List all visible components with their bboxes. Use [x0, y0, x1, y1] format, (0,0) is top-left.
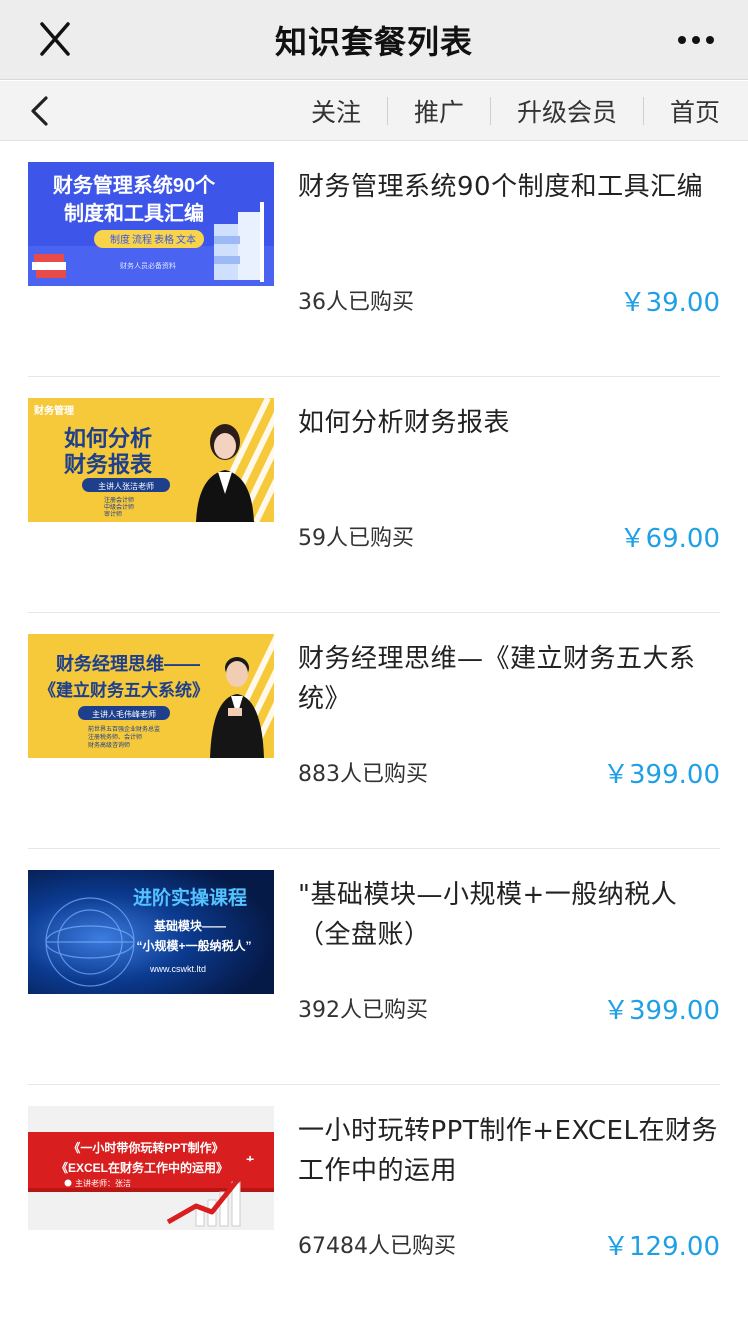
sold-count: 392人已购买 [298, 998, 428, 1023]
item-price: ￥399.00 [603, 996, 720, 1026]
thumb-bullet: 注册税务师、会计师 [88, 733, 142, 741]
item-price: ￥69.00 [619, 524, 720, 554]
course-thumbnail[interactable]: 财务管理系统90个 制度和工具汇编 制度 流程 表格 文本 财务人员必备资料 [28, 162, 274, 286]
thumb-title-line2: 财务报表 [64, 452, 153, 477]
page-title: 知识套餐列表 [274, 22, 473, 61]
more-options-icon[interactable] [672, 22, 722, 58]
nav-link-follow[interactable]: 关注 [285, 93, 387, 129]
sold-count: 36人已购买 [298, 290, 414, 315]
course-thumbnail[interactable]: 进阶实操课程 基础模块—— “小规模+一般纳税人” www.cswkt.ltd [28, 870, 274, 994]
thumb-tag: 制度 [110, 233, 130, 246]
nav-link-promote[interactable]: 推广 [388, 93, 490, 129]
item-price: ￥399.00 [603, 760, 720, 790]
back-arrow-icon[interactable] [22, 93, 62, 129]
item-name[interactable]: 财务经理思维—《建立财务五大系统》 [298, 639, 723, 719]
nav-links: 关注 推广 升级会员 首页 [285, 81, 748, 141]
thumb-speaker-pill: 主讲人毛伟峰老师 [92, 709, 156, 719]
nav-link-home[interactable]: 首页 [644, 93, 748, 129]
list-item[interactable]: 财务经理思维—— 《建立财务五大系统》 主讲人毛伟峰老师 前世界五百强企业财务总… [28, 613, 720, 849]
list-item[interactable]: 财务管理 如何分析 财务报表 主讲人张洁老师 注册会计师 中级会计师 审计师 如… [28, 377, 720, 613]
thumb-title-line1: 《一小时带你玩转PPT制作》 [68, 1140, 223, 1155]
thumb-url: www.cswkt.ltd [149, 964, 206, 974]
item-name[interactable]: 如何分析财务报表 [298, 403, 723, 443]
course-thumbnail[interactable]: 《一小时带你玩转PPT制作》 《EXCEL在财务工作中的运用》 主讲老师：张洁 … [28, 1106, 274, 1230]
title-bar: 知识套餐列表 [0, 0, 748, 80]
thumb-title-line2: 制度和工具汇编 [64, 201, 204, 225]
books-illustration [32, 254, 66, 278]
item-price: ￥129.00 [603, 1232, 720, 1262]
thumb-bullet: 前世界五百强企业财务总监 [88, 725, 160, 733]
thumb-title-line1: 进阶实操课程 [133, 886, 247, 909]
thumb-bullet: 审计师 [104, 510, 122, 518]
sold-count: 883人已购买 [298, 762, 428, 787]
item-price: ￥39.00 [619, 288, 720, 318]
sold-count: 59人已购买 [298, 526, 414, 551]
nav-link-upgrade[interactable]: 升级会员 [491, 93, 643, 129]
item-name[interactable]: 一小时玩转PPT制作+EXCEL在财务工作中的运用 [298, 1111, 723, 1191]
thumb-tag: 表格 [154, 233, 174, 246]
thumb-footer: 财务人员必备资料 [120, 261, 176, 270]
thumb-title-line1: 财务经理思维—— [56, 653, 200, 674]
nav-bar: 关注 推广 升级会员 首页 [0, 81, 748, 141]
thumb-bullet: 财务高级咨询师 [88, 741, 130, 749]
course-thumbnail[interactable]: 财务经理思维—— 《建立财务五大系统》 主讲人毛伟峰老师 前世界五百强企业财务总… [28, 634, 274, 758]
thumb-title-line2: 《EXCEL在财务工作中的运用》 [56, 1160, 228, 1175]
item-name[interactable]: 财务管理系统90个制度和工具汇编 [298, 167, 723, 207]
close-icon[interactable] [30, 16, 80, 62]
course-thumbnail[interactable]: 财务管理 如何分析 财务报表 主讲人张洁老师 注册会计师 中级会计师 审计师 [28, 398, 274, 522]
thumb-title-line1: 财务管理系统90个 [53, 173, 216, 197]
thumb-teacher: 主讲老师：张洁 [75, 1178, 131, 1188]
thumb-title-line1: 如何分析 [64, 426, 152, 451]
thumb-title-line2: 《建立财务五大系统》 [39, 680, 209, 700]
thumb-corner-label: 财务管理 [33, 404, 74, 417]
thumb-tag: 文本 [176, 233, 196, 246]
thumb-bullet: 注册会计师 [104, 496, 134, 504]
thumb-title-line2: 基础模块—— [153, 918, 226, 933]
thumb-speaker-pill: 主讲人张洁老师 [98, 481, 154, 491]
thumb-tag: 流程 [132, 233, 152, 246]
sold-count: 67484人已购买 [298, 1234, 456, 1259]
thumb-bullet: 中级会计师 [104, 503, 134, 511]
list-item[interactable]: 财务管理系统90个 制度和工具汇编 制度 流程 表格 文本 财务人员必备资料 财… [28, 141, 720, 377]
thumb-title-line3: “小规模+一般纳税人” [136, 938, 251, 953]
item-name[interactable]: "基础模块—小规模+一般纳税人（全盘账） [298, 875, 723, 955]
list-item[interactable]: 进阶实操课程 基础模块—— “小规模+一般纳税人” www.cswkt.ltd … [28, 849, 720, 1085]
package-list: 财务管理系统90个 制度和工具汇编 制度 流程 表格 文本 财务人员必备资料 财… [0, 141, 748, 1321]
